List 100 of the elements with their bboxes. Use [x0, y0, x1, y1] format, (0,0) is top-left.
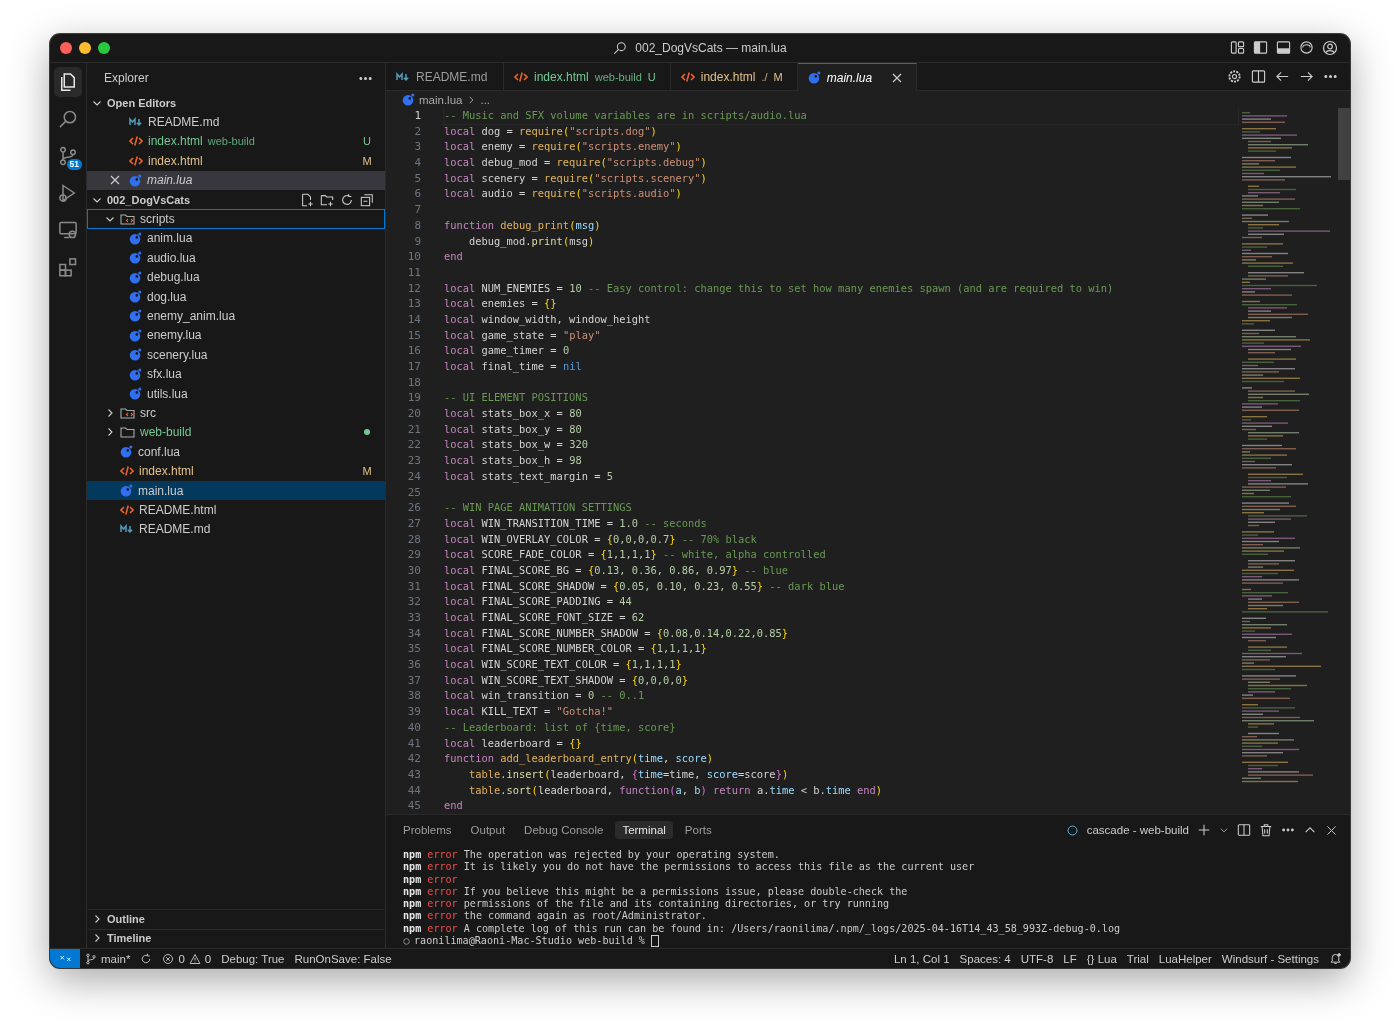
file-row[interactable]: index.html M — [87, 461, 385, 481]
file-row[interactable]: anim.lua — [87, 228, 385, 249]
file-row[interactable]: dog.lua — [87, 286, 385, 307]
settings-icon[interactable] — [1227, 69, 1242, 84]
open-editor-item[interactable]: README.md — [87, 112, 385, 132]
refresh-icon[interactable] — [340, 192, 354, 207]
new-file-icon[interactable] — [300, 192, 314, 207]
panel-tab[interactable]: Output — [463, 821, 513, 839]
breadcrumb-item[interactable]: ... — [480, 93, 491, 106]
swirl-icon[interactable] — [1299, 40, 1314, 55]
file-row[interactable]: enemy_anim.lua — [87, 306, 385, 326]
status-item[interactable]: LF — [1058, 949, 1082, 968]
file-row[interactable]: README.md — [87, 519, 385, 539]
file-row[interactable]: enemy.lua — [87, 325, 385, 346]
status-item[interactable]: RunOnSave: False — [289, 949, 397, 968]
file-row[interactable]: debug.lua — [87, 267, 385, 287]
status-item[interactable]: Spaces: 4 — [954, 949, 1016, 968]
terminal-line: npm error If you believe this might be a permissions issue, please double-check the — [403, 885, 909, 899]
section-header[interactable]: Timeline — [107, 932, 152, 945]
file-row[interactable]: scenery.lua — [87, 345, 385, 365]
line-number: 23 — [406, 453, 422, 469]
account-icon[interactable] — [1322, 40, 1338, 56]
chevron-icon[interactable] — [105, 427, 115, 438]
caret-icon[interactable] — [1219, 825, 1229, 835]
problems-button[interactable]: 0 0 — [157, 949, 217, 968]
editor-tab[interactable]: index.html ./ M — [670, 63, 798, 90]
project-folder-header[interactable]: 002_DogVsCats — [107, 193, 295, 206]
collapse-all-icon[interactable] — [360, 192, 374, 207]
panel-tab[interactable]: Debug Console — [517, 821, 611, 839]
folder-row[interactable]: web-build — [87, 422, 385, 443]
open-editor-item[interactable]: index.html M — [87, 151, 385, 171]
split-editor-icon[interactable] — [1251, 69, 1266, 84]
file-row[interactable]: audio.lua — [87, 248, 385, 268]
folder-row[interactable]: scripts — [87, 209, 385, 229]
search-icon — [58, 109, 78, 129]
panel-toggle-icon[interactable] — [1276, 40, 1291, 55]
editor-tab[interactable]: index.html web-build U — [504, 63, 671, 90]
folder-hint: web-build — [207, 135, 255, 148]
language-button[interactable]: {} Lua — [1081, 949, 1122, 968]
file-row[interactable]: utils.lua — [87, 383, 385, 404]
panel-tab[interactable]: Problems — [396, 821, 459, 839]
branch-button[interactable]: main* — [80, 949, 136, 968]
scrollbar-thumb[interactable] — [1338, 108, 1350, 180]
sidebar-toggle-icon[interactable] — [1253, 40, 1268, 55]
code-line: local window_width, window_height — [444, 311, 652, 328]
chevron-icon[interactable] — [92, 933, 102, 944]
file-row[interactable]: conf.lua — [87, 442, 385, 462]
line-number: 25 — [406, 484, 422, 501]
status-item[interactable]: Debug: True — [216, 949, 290, 968]
sync-icon[interactable] — [140, 952, 153, 965]
status-item[interactable]: LuaHelper — [1153, 949, 1217, 968]
code-line: end — [444, 798, 464, 814]
chevron-icon[interactable] — [92, 913, 102, 924]
line-number: 28 — [406, 531, 422, 548]
terminal-name[interactable]: cascade - web-build — [1086, 824, 1189, 836]
minimize-window-button[interactable] — [79, 42, 91, 54]
zoom-window-button[interactable] — [98, 42, 110, 54]
activity-bar-item[interactable]: 51 — [54, 141, 82, 171]
line-number: 14 — [406, 311, 422, 328]
code-line: local stats_box_w = 320 — [444, 437, 589, 453]
activity-bar-item[interactable] — [54, 67, 82, 97]
close-icon[interactable] — [110, 175, 120, 186]
line-number: 3 — [413, 139, 422, 156]
file-row[interactable]: README.html — [87, 500, 385, 520]
file-row[interactable]: sfx.lua — [87, 364, 385, 384]
extensions-icon — [58, 257, 78, 277]
close-icon[interactable] — [892, 72, 903, 83]
status-item[interactable]: Ln 1, Col 1 — [888, 949, 955, 968]
editor-tab[interactable]: main.lua — [797, 63, 918, 91]
close-window-button[interactable] — [60, 42, 72, 54]
status-item[interactable]: Trial — [1121, 949, 1154, 968]
panel-tab[interactable]: Ports — [677, 821, 719, 839]
back-icon[interactable] — [1275, 69, 1290, 84]
open-editor-item[interactable]: main.lua — [87, 170, 385, 190]
editor-tab[interactable]: README.md — [386, 63, 504, 90]
error-icon — [162, 952, 175, 965]
section-header[interactable]: Outline — [107, 912, 145, 925]
bell-icon[interactable] — [1329, 952, 1342, 965]
new-folder-icon[interactable] — [320, 192, 334, 207]
breadcrumb-item[interactable]: main.lua — [419, 93, 463, 106]
line-number: 10 — [406, 249, 422, 265]
file-row[interactable]: main.lua — [87, 480, 385, 501]
remote-button[interactable] — [50, 949, 80, 968]
section-header[interactable]: Open Editors — [107, 96, 177, 109]
chevron-icon[interactable] — [105, 407, 115, 418]
split-terminal-icon[interactable] — [1237, 823, 1251, 837]
panel-tab[interactable]: Terminal — [615, 821, 673, 839]
status-item[interactable]: Windsurf - Settings — [1216, 949, 1324, 968]
status-item[interactable]: UTF-8 — [1015, 949, 1059, 968]
file-icon — [129, 348, 142, 362]
code-line: local WIN_TRANSITION_TIME = 1.0 -- seconds — [444, 515, 708, 532]
close-panel-icon[interactable] — [1325, 823, 1338, 837]
trash-icon[interactable] — [1259, 823, 1273, 837]
line-number: 20 — [406, 406, 422, 422]
folder-row[interactable]: src — [87, 403, 385, 423]
open-editor-item[interactable]: index.html web-build U — [87, 131, 385, 152]
plus-icon[interactable] — [1197, 823, 1211, 837]
layout-icon[interactable] — [1230, 40, 1245, 55]
window-title[interactable]: 002_DogVsCats — main.lua — [635, 41, 787, 55]
forward-icon[interactable] — [1299, 69, 1314, 84]
